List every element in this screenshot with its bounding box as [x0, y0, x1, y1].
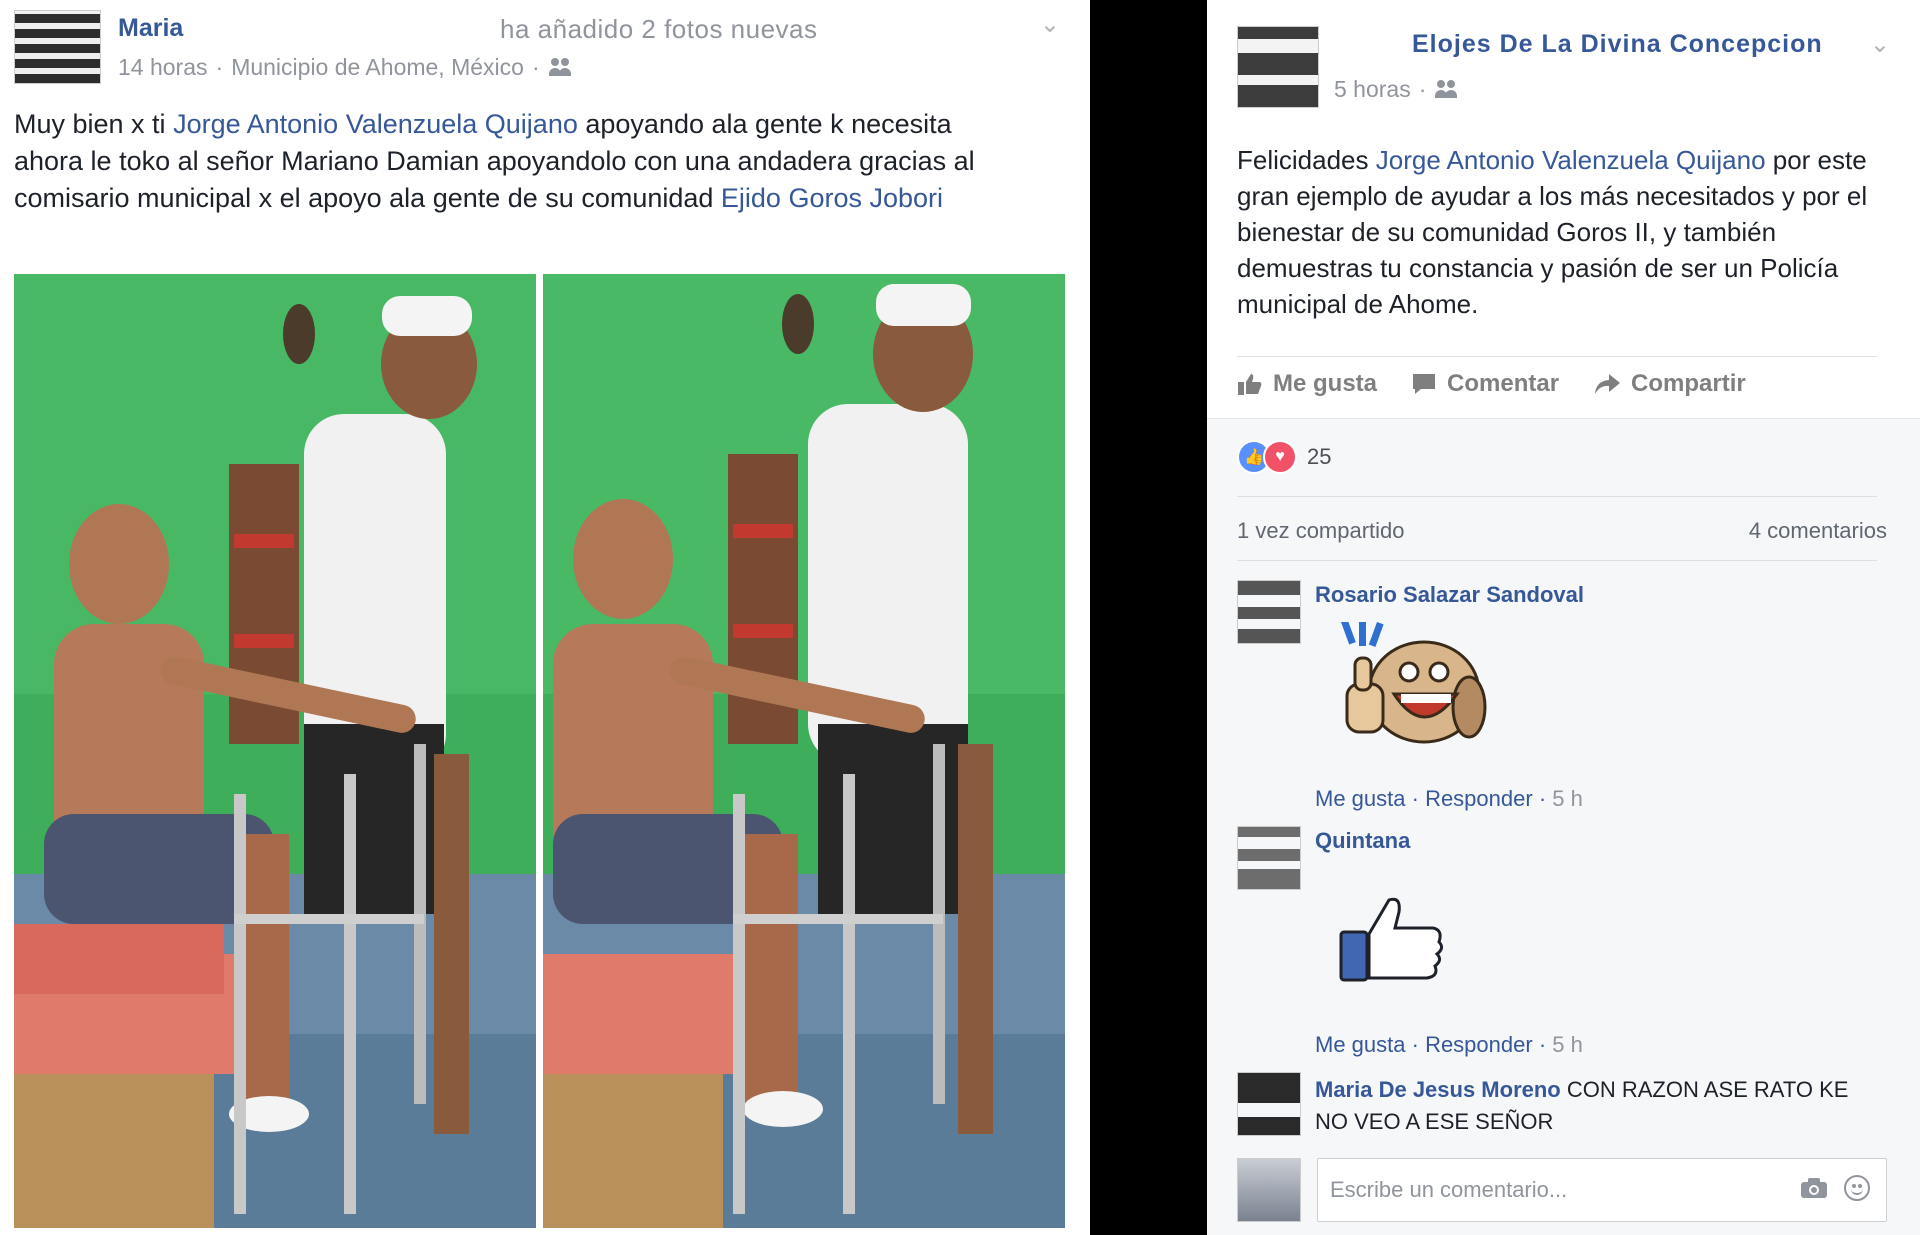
share-label: Compartir: [1631, 370, 1746, 397]
comment-action-separator: ·: [1532, 1032, 1553, 1057]
like-label: Me gusta: [1273, 370, 1378, 397]
post-meta: 5 horas ·: [1334, 76, 1460, 103]
comments-count[interactable]: 4 comentarios: [1749, 518, 1887, 544]
reactions-summary[interactable]: 👍 ♥ 25: [1237, 440, 1331, 474]
comment-text: Maria De Jesus Moreno CON RAZON ASE RATO…: [1315, 1074, 1875, 1138]
post-time[interactable]: 14 horas: [118, 54, 208, 81]
comment-action-separator: ·: [1405, 786, 1426, 811]
page-avatar[interactable]: [1237, 26, 1319, 108]
photo-image: [14, 274, 536, 1228]
thumbs-up-sticker-icon: [1339, 897, 1444, 982]
right-post: Elojes De La Divina Concepcion ⌄ 5 horas…: [1207, 0, 1920, 1235]
commenter-name[interactable]: Maria De Jesus Moreno: [1315, 1077, 1561, 1102]
like-button[interactable]: Me gusta: [1237, 370, 1377, 398]
reaction-count: 25: [1307, 444, 1332, 469]
comment-action-separator: ·: [1532, 786, 1553, 811]
comment-like-link[interactable]: Me gusta: [1315, 1032, 1406, 1057]
post-text: Muy bien x ti Jorge Antonio Valenzuela Q…: [14, 106, 1024, 217]
comment-label: Comentar: [1447, 370, 1560, 397]
mention-link[interactable]: Ejido Goros Jobori: [721, 183, 943, 213]
post-author[interactable]: Maria: [118, 14, 183, 43]
post-text: Felicidades Jorge Antonio Valenzuela Qui…: [1237, 142, 1877, 322]
friends-icon[interactable]: [548, 57, 574, 78]
comment-input[interactable]: [1328, 1173, 1762, 1207]
divider: [1237, 560, 1877, 561]
comment-reply-link[interactable]: Responder: [1425, 786, 1533, 811]
mention-link[interactable]: Jorge Antonio Valenzuela Quijano: [173, 109, 578, 139]
post-location[interactable]: Municipio de Ahome, México: [231, 54, 524, 81]
commenter-avatar[interactable]: [1237, 1072, 1301, 1136]
share-icon: [1595, 374, 1621, 394]
comment-time[interactable]: 5 h: [1552, 1032, 1583, 1057]
mention-link[interactable]: Jorge Antonio Valenzuela Quijano: [1376, 145, 1766, 175]
post-time[interactable]: 5 horas: [1334, 76, 1411, 103]
photo-image: [543, 274, 1065, 1228]
meta-separator: ·: [215, 54, 224, 80]
meta-separator: ·: [531, 54, 540, 80]
left-post: Maria ha añadido 2 fotos nuevas ⌄ 14 hor…: [0, 0, 1090, 1235]
comment-time[interactable]: 5 h: [1552, 786, 1583, 811]
comment-actions: Me gusta · Responder · 5 h: [1315, 1032, 1583, 1058]
commenter-avatar[interactable]: [1237, 826, 1301, 890]
comment-box[interactable]: [1317, 1158, 1887, 1222]
emoji-icon[interactable]: [1844, 1175, 1870, 1201]
thumbs-up-icon: [1238, 374, 1262, 395]
comment-reply-link[interactable]: Responder: [1425, 1032, 1533, 1057]
comment-like-link[interactable]: Me gusta: [1315, 786, 1406, 811]
divider: [1237, 356, 1877, 357]
comment-action-separator: ·: [1405, 1032, 1426, 1057]
chevron-down-icon[interactable]: ⌄: [1040, 10, 1060, 39]
commenter-name[interactable]: Rosario Salazar Sandoval: [1315, 582, 1584, 608]
author-avatar[interactable]: [14, 10, 101, 84]
post-photo[interactable]: [543, 274, 1065, 1228]
post-action-text: ha añadido 2 fotos nuevas: [500, 14, 818, 44]
camera-icon[interactable]: [1800, 1177, 1828, 1199]
post-author[interactable]: Elojes De La Divina Concepcion: [1412, 30, 1823, 59]
comment-actions: Me gusta · Responder · 5 h: [1315, 786, 1583, 812]
my-avatar: [1237, 1158, 1301, 1222]
post-text-part: Muy bien x ti: [14, 109, 174, 139]
shares-count[interactable]: 1 vez compartido: [1237, 518, 1405, 543]
comment-icon: [1413, 374, 1436, 394]
friends-icon[interactable]: [1434, 79, 1460, 100]
divider: [1237, 496, 1877, 497]
comment-button[interactable]: Comentar: [1411, 370, 1559, 398]
chevron-down-icon[interactable]: ⌄: [1870, 30, 1890, 59]
post-meta: 14 horas · Municipio de Ahome, México ·: [118, 54, 574, 81]
post-actions: Me gusta Comentar Compartir: [1237, 370, 1746, 398]
post-photo[interactable]: [14, 274, 536, 1228]
post-stats: 1 vez compartido 4 comentarios: [1237, 518, 1887, 544]
emoji-mouth: [1851, 1187, 1863, 1195]
post-text-part: Felicidades: [1237, 145, 1376, 175]
commenter-name[interactable]: Quintana: [1315, 828, 1410, 854]
commenter-avatar[interactable]: [1237, 580, 1301, 644]
share-button[interactable]: Compartir: [1593, 370, 1746, 398]
love-icon: ♥: [1263, 440, 1297, 474]
meta-separator: ·: [1418, 76, 1427, 102]
sticker-dog-thumbs-up: [1340, 622, 1487, 744]
